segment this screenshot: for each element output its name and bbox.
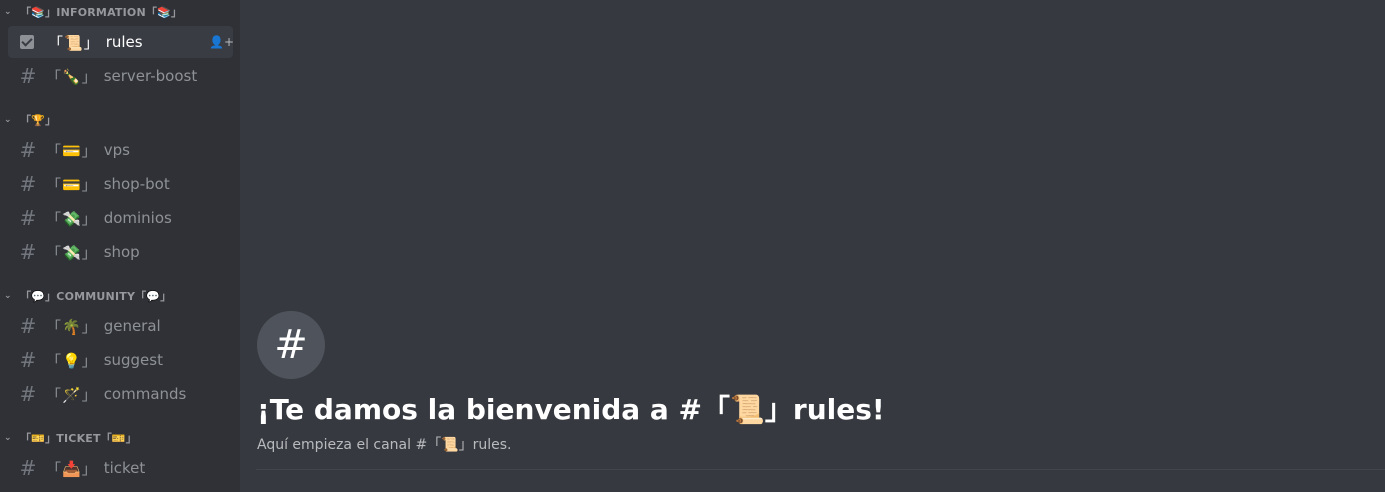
channel-suggest[interactable]: # 「💡」 suggest (8, 344, 233, 376)
divider (256, 469, 1385, 470)
hash-icon: # (19, 456, 37, 480)
category-label: 「🎫」TICKET「🎫」 (20, 432, 138, 445)
channel-name: server-boost (103, 67, 198, 85)
chevron-down-icon: ⌄ (4, 7, 12, 17)
channel-emoji: 「💸」 (46, 209, 98, 228)
channel-emoji: 「💡」 (46, 351, 98, 370)
channel-ticket[interactable]: # 「📥」 ticket (8, 452, 233, 484)
hash-icon: # (19, 382, 37, 406)
channel-emoji: 「📥」 (46, 459, 98, 478)
channel-emoji: 「🌴」 (46, 317, 98, 336)
welcome-title: ¡Te damos la bienvenida a #「📜」rules! (257, 393, 885, 426)
chevron-down-icon: ⌄ (4, 291, 12, 301)
channel-hash-icon: # (257, 311, 325, 379)
hash-icon: # (19, 206, 37, 230)
category-community[interactable]: ⌄ 「💬」COMMUNITY「💬」 (4, 288, 171, 304)
category-label: 「📚」INFORMATION「📚」 (20, 6, 183, 19)
channel-server-boost[interactable]: # 「🍾」 server-boost (8, 60, 233, 92)
channel-sidebar: ⌄ 「📚」INFORMATION「📚」 「📜」 rules 👤+ # 「🍾」 s… (0, 0, 240, 492)
welcome-subtitle: Aquí empieza el canal #「📜」rules. (257, 437, 512, 453)
channel-emoji: 「🪄」 (46, 385, 98, 404)
chevron-down-icon: ⌄ (4, 115, 12, 125)
hash-icon: # (19, 138, 37, 162)
category-information[interactable]: ⌄ 「📚」INFORMATION「📚」 (4, 4, 182, 20)
channel-name: shop-bot (103, 175, 170, 193)
hash-icon: # (19, 172, 37, 196)
chat-area: # ¡Te damos la bienvenida a #「📜」rules! A… (240, 0, 1385, 492)
channel-name: ticket (103, 459, 146, 477)
hash-icon: # (19, 240, 37, 264)
channel-name: rules (105, 33, 143, 51)
category-trophy[interactable]: ⌄ 「🏆」 (4, 112, 56, 128)
channel-emoji: 「📜」 (48, 33, 100, 52)
category-ticket[interactable]: ⌄ 「🎫」TICKET「🎫」 (4, 430, 137, 446)
channel-emoji: 「🍾」 (46, 67, 98, 86)
channel-emoji: 「💸」 (46, 243, 98, 262)
hash-icon: # (19, 64, 37, 88)
hash-icon: # (19, 314, 37, 338)
channel-name: commands (103, 385, 187, 403)
channel-name: dominios (103, 209, 172, 227)
channel-emoji: 「💳」 (46, 141, 98, 160)
channel-rules[interactable]: 「📜」 rules 👤+ (8, 26, 234, 58)
rules-channel-icon (20, 35, 34, 49)
channel-name: general (103, 317, 161, 335)
channel-name: suggest (103, 351, 163, 369)
category-label: 「🏆」 (20, 114, 57, 127)
channel-dominios[interactable]: # 「💸」 dominios (8, 202, 233, 234)
channel-name: vps (103, 141, 130, 159)
create-invite-icon[interactable]: 👤+ (209, 34, 234, 50)
channel-shop[interactable]: # 「💸」 shop (8, 236, 233, 268)
category-label: 「💬」COMMUNITY「💬」 (20, 290, 172, 303)
channel-vps[interactable]: # 「💳」 vps (8, 134, 233, 166)
chevron-down-icon: ⌄ (4, 433, 12, 443)
channel-commands[interactable]: # 「🪄」 commands (8, 378, 233, 410)
channel-general[interactable]: # 「🌴」 general (8, 310, 233, 342)
channel-name: shop (103, 243, 140, 261)
channel-shop-bot[interactable]: # 「💳」 shop-bot (8, 168, 233, 200)
channel-emoji: 「💳」 (46, 175, 98, 194)
hash-icon: # (19, 348, 37, 372)
